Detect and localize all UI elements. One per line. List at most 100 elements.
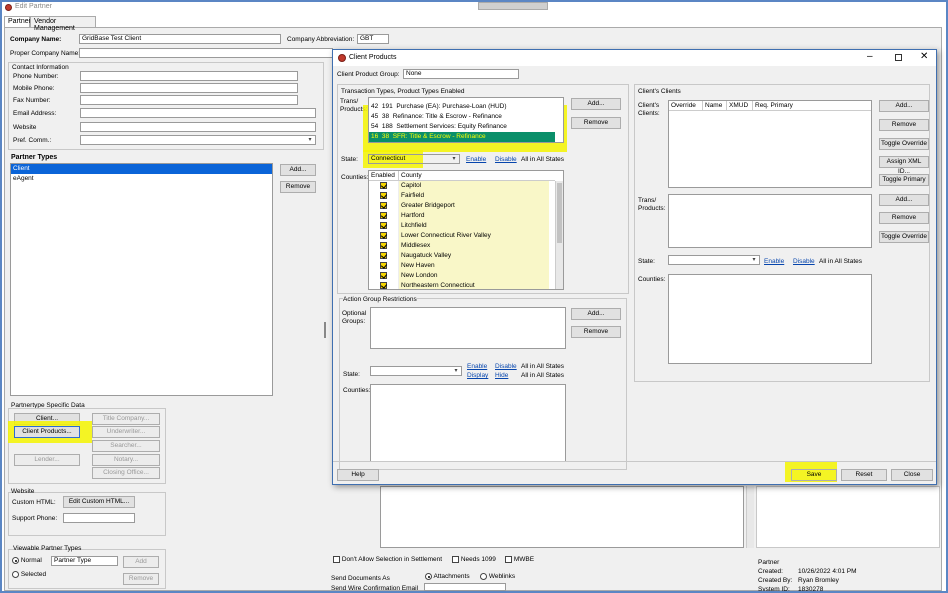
mobile-input[interactable] bbox=[80, 83, 298, 93]
tab-vendor-management[interactable]: Vendor Management bbox=[30, 16, 96, 32]
cc-trans-toggle-button[interactable]: Toggle Override bbox=[879, 231, 929, 243]
list-item[interactable]: 54 188 Settlement Services: Equity Refin… bbox=[371, 122, 507, 132]
optional-groups-list[interactable] bbox=[370, 307, 566, 349]
closing-office-button[interactable]: Closing Office... bbox=[92, 467, 160, 479]
county-row[interactable]: New London bbox=[369, 271, 555, 281]
county-row[interactable]: Fairfield bbox=[369, 191, 555, 201]
website-input[interactable] bbox=[80, 122, 316, 132]
scrollbar[interactable] bbox=[746, 486, 754, 548]
cc-toggle-primary-button[interactable]: Toggle Primary bbox=[879, 174, 929, 186]
checkbox-icon[interactable] bbox=[380, 221, 387, 229]
partner-type-col[interactable]: Partner Type bbox=[51, 556, 118, 566]
cc-assign-xml-button[interactable]: Assign XML ID... bbox=[879, 156, 929, 175]
fax-input[interactable] bbox=[80, 95, 298, 105]
cc-disable-link[interactable]: Disable bbox=[793, 258, 815, 265]
cc-toggle-override-button[interactable]: Toggle Override bbox=[879, 138, 929, 150]
cc-enable-link[interactable]: Enable bbox=[764, 258, 784, 265]
county-row[interactable]: Greater Bridgeport bbox=[369, 201, 555, 211]
help-button[interactable]: Help bbox=[337, 469, 379, 481]
hide-link[interactable]: Hide bbox=[495, 372, 508, 379]
company-abbr-input[interactable]: GBT bbox=[357, 34, 389, 44]
edit-custom-html-button[interactable]: Edit Custom HTML... bbox=[63, 496, 135, 508]
county-row[interactable]: Lower Connecticut River Valley bbox=[369, 231, 555, 241]
client-products-button[interactable]: Client Products... bbox=[14, 426, 80, 438]
list-item-selected[interactable]: 16 38 SFR: Title & Escrow - Refinance bbox=[369, 132, 555, 142]
title-company-button[interactable]: Title Company... bbox=[92, 413, 160, 425]
selected-radio[interactable]: Selected bbox=[12, 571, 46, 578]
reset-button[interactable]: Reset bbox=[841, 469, 887, 481]
searcher-button[interactable]: Searcher... bbox=[92, 440, 160, 452]
maximize-icon[interactable] bbox=[895, 54, 902, 61]
add-partner-type-button[interactable]: Add... bbox=[280, 164, 316, 176]
splitter-handle[interactable] bbox=[324, 322, 326, 338]
attachments-radio[interactable]: Attachments bbox=[425, 573, 470, 580]
trans-remove-button[interactable]: Remove bbox=[571, 117, 621, 129]
county-row[interactable]: Northeastern Connecticut bbox=[369, 281, 555, 289]
county-row[interactable]: Capitol bbox=[369, 181, 555, 191]
county-row[interactable]: Litchfield bbox=[369, 221, 555, 231]
agr-state-select[interactable]: ▾ bbox=[370, 366, 462, 376]
display-link[interactable]: Display bbox=[467, 372, 488, 379]
weblinks-radio[interactable]: Weblinks bbox=[480, 573, 515, 580]
counties-scrollbar[interactable] bbox=[555, 181, 563, 289]
checkbox-icon[interactable] bbox=[380, 241, 387, 249]
list-item[interactable]: 45 38 Refinance: Title & Escrow - Refina… bbox=[371, 112, 502, 122]
viewable-remove-button[interactable]: Remove bbox=[123, 573, 159, 585]
cc-table[interactable]: Override Name XMUD Req. Primary bbox=[668, 100, 872, 188]
county-row[interactable]: Hartford bbox=[369, 211, 555, 221]
support-phone-input[interactable] bbox=[63, 513, 135, 523]
close-button[interactable]: Close bbox=[891, 469, 933, 481]
group-select[interactable]: None bbox=[403, 69, 519, 79]
agr-disable-link[interactable]: Disable bbox=[495, 363, 517, 370]
notes-box[interactable] bbox=[380, 486, 744, 548]
mwbe-checkbox[interactable]: MWBE bbox=[505, 556, 534, 563]
checkbox-icon[interactable] bbox=[380, 271, 387, 279]
disable-link[interactable]: Disable bbox=[495, 156, 517, 163]
cc-trans-list[interactable] bbox=[668, 194, 872, 248]
save-button[interactable]: Save bbox=[791, 469, 837, 481]
tab-partner[interactable]: Partner bbox=[4, 16, 31, 27]
trans-list[interactable]: 42 191 Purchase (EA): Purchase-Loan (HUD… bbox=[368, 97, 564, 143]
viewable-add-button[interactable]: Add bbox=[123, 556, 159, 568]
checkbox-icon[interactable] bbox=[380, 211, 387, 219]
county-row[interactable]: Naugatuck Valley bbox=[369, 251, 555, 261]
checkbox-icon[interactable] bbox=[380, 231, 387, 239]
partner-types-list[interactable]: Client eAgent bbox=[10, 163, 273, 396]
scroll-thumb[interactable] bbox=[557, 183, 562, 243]
checkbox-icon[interactable] bbox=[380, 281, 387, 289]
cc-counties-list[interactable] bbox=[668, 274, 872, 364]
agr-add-button[interactable]: Add... bbox=[571, 308, 621, 320]
list-item[interactable]: 42 191 Purchase (EA): Purchase-Loan (HUD… bbox=[371, 102, 507, 112]
cc-trans-add-button[interactable]: Add... bbox=[879, 194, 929, 206]
needs-1099-checkbox[interactable]: Needs 1099 bbox=[452, 556, 496, 563]
agr-remove-button[interactable]: Remove bbox=[571, 326, 621, 338]
county-row[interactable]: Middlesex bbox=[369, 241, 555, 251]
cc-add-button[interactable]: Add... bbox=[879, 100, 929, 112]
list-item[interactable]: Client bbox=[11, 164, 272, 174]
cc-trans-remove-button[interactable]: Remove bbox=[879, 212, 929, 224]
state-select[interactable]: Connecticut ▾ bbox=[368, 154, 460, 164]
notary-button[interactable]: Notary... bbox=[92, 454, 160, 466]
checkbox-icon[interactable] bbox=[380, 201, 387, 209]
proper-name-input[interactable] bbox=[79, 48, 333, 58]
checkbox-icon[interactable] bbox=[380, 251, 387, 259]
dont-allow-checkbox[interactable]: Don't Allow Selection in Settlement bbox=[333, 556, 442, 563]
underwriter-button[interactable]: Underwriter... bbox=[92, 426, 160, 438]
lender-button[interactable]: Lender... bbox=[14, 454, 80, 466]
close-icon[interactable]: ✕ bbox=[920, 51, 928, 62]
minimize-icon[interactable]: – bbox=[867, 51, 873, 62]
checkbox-icon[interactable] bbox=[380, 261, 387, 269]
agr-enable-link[interactable]: Enable bbox=[467, 363, 487, 370]
normal-radio[interactable]: Normal bbox=[12, 557, 42, 564]
cc-state-select[interactable]: ▾ bbox=[668, 255, 760, 265]
company-name-input[interactable]: GridBase Test Client bbox=[79, 34, 281, 44]
checkbox-icon[interactable] bbox=[380, 181, 387, 189]
window-controls[interactable] bbox=[478, 2, 548, 10]
county-row[interactable]: New Haven bbox=[369, 261, 555, 271]
send-wire-select[interactable] bbox=[424, 583, 506, 591]
checkbox-icon[interactable] bbox=[380, 191, 387, 199]
trans-add-button[interactable]: Add... bbox=[571, 98, 621, 110]
enable-link[interactable]: Enable bbox=[466, 156, 486, 163]
pref-comm-select[interactable]: ▾ bbox=[80, 135, 316, 145]
phone-input[interactable] bbox=[80, 71, 298, 81]
